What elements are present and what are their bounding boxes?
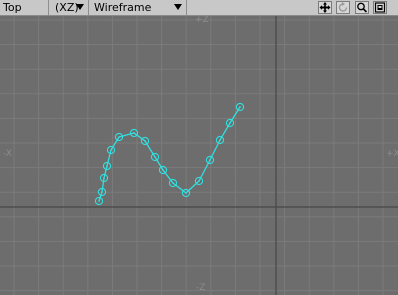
control-point-center <box>239 106 241 108</box>
grid-lines <box>0 16 398 295</box>
viewport[interactable]: Top (XZ) Wireframe +Z -Z -X +X <box>0 0 398 295</box>
control-point-center <box>209 159 211 161</box>
control-point-center <box>198 180 200 182</box>
maximize-icon <box>374 2 386 13</box>
axis-label-plus-z: +Z <box>195 15 209 25</box>
curve-path[interactable] <box>98 106 241 202</box>
viewport-grid[interactable] <box>0 16 398 295</box>
axis-label: (XZ) <box>55 1 79 14</box>
rotate-view-button[interactable] <box>336 1 350 14</box>
zoom-view-button[interactable] <box>355 1 369 14</box>
toolbar-divider <box>48 0 49 15</box>
control-point-center <box>172 182 174 184</box>
render-mode-select[interactable]: Wireframe <box>94 0 174 15</box>
zoom-icon <box>357 2 368 13</box>
maximize-view-button[interactable] <box>373 1 387 14</box>
view-select[interactable]: Top <box>3 0 47 15</box>
move-icon <box>319 2 331 13</box>
view-dropdown-arrow-icon[interactable] <box>76 4 84 10</box>
control-point-center <box>144 140 146 142</box>
control-point-center <box>154 156 156 158</box>
control-point-center <box>98 200 100 202</box>
render-mode-dropdown-arrow-icon[interactable] <box>174 4 182 10</box>
move-view-button[interactable] <box>318 1 332 14</box>
control-point-center <box>162 169 164 171</box>
control-point-center <box>185 192 187 194</box>
viewport-toolbar: Top (XZ) Wireframe <box>0 0 398 16</box>
control-point-center <box>133 132 135 134</box>
control-point-center <box>219 139 221 141</box>
axis-label-minus-z: -Z <box>196 283 206 293</box>
control-point-center <box>118 136 120 138</box>
control-point-center <box>106 165 108 167</box>
rotate-icon <box>338 2 348 12</box>
control-point-center <box>229 122 231 124</box>
axis-label-plus-x: +X <box>386 149 398 159</box>
control-point-center <box>101 191 103 193</box>
axis-label-minus-x: -X <box>3 149 12 159</box>
control-point-center <box>110 149 112 151</box>
toolbar-divider <box>186 0 187 15</box>
toolbar-divider <box>88 0 89 15</box>
control-point-center <box>103 177 105 179</box>
